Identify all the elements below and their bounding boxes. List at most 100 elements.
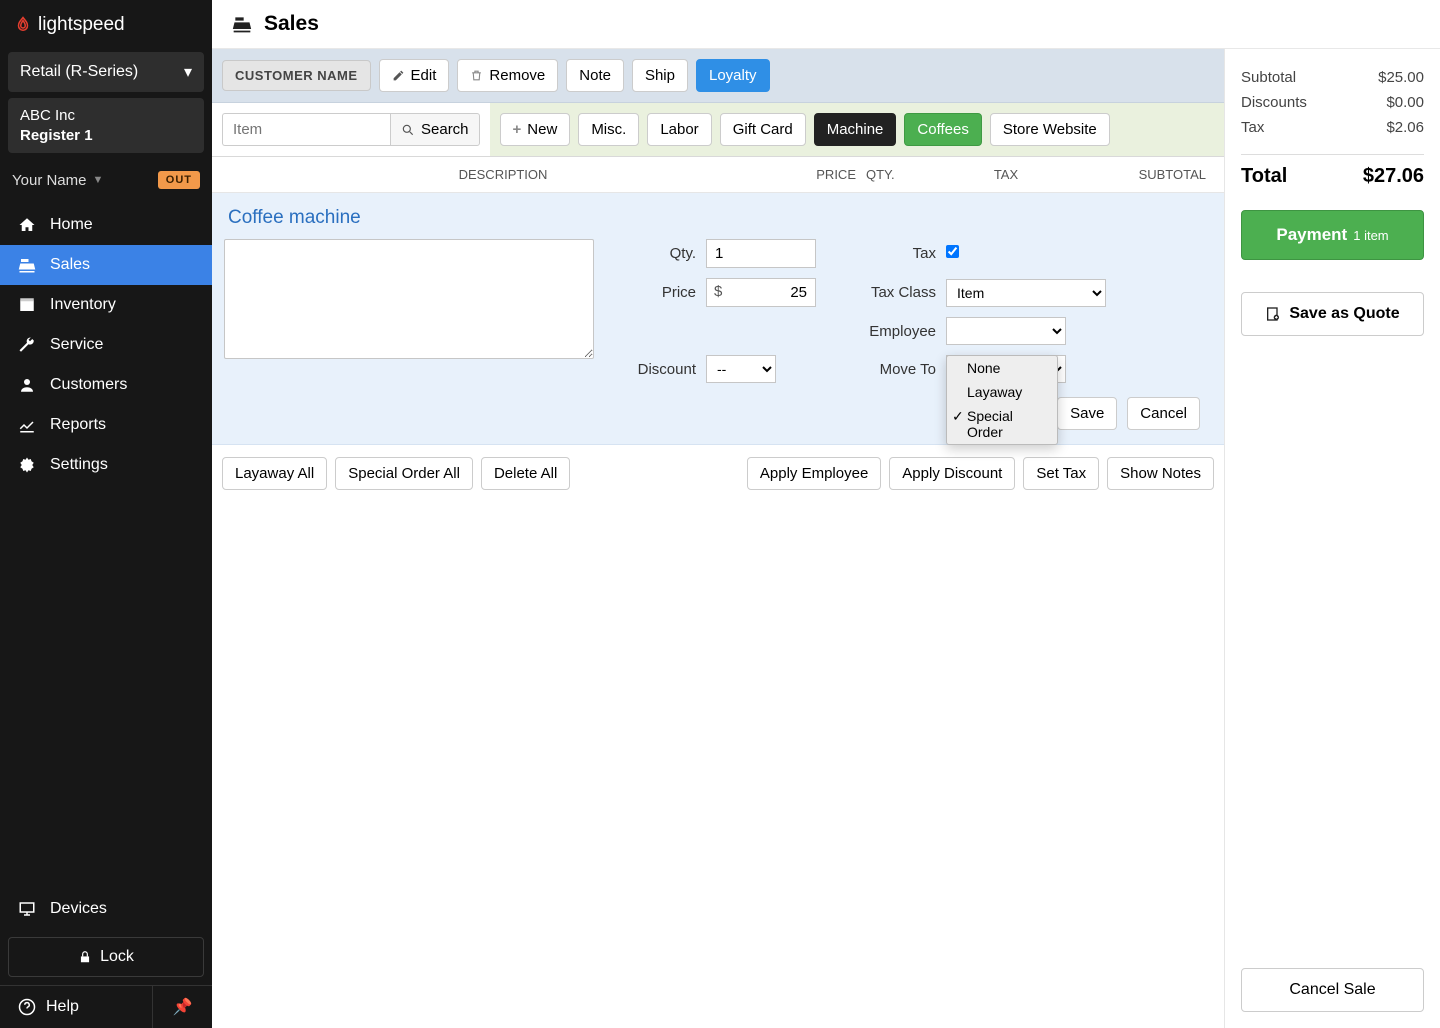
col-qty: QTY. [856,167,916,182]
new-label: New [527,121,557,138]
payment-label: Payment [1276,225,1347,244]
coffees-button[interactable]: Coffees [904,113,981,146]
moveto-option-special[interactable]: Special Order [947,404,1057,444]
nav-home-label: Home [50,216,93,234]
moveto-option-none[interactable]: None [947,356,1057,380]
nav-service[interactable]: Service [0,325,212,365]
nav-customers[interactable]: Customers [0,365,212,405]
tax-total-value: $2.06 [1386,119,1424,136]
cancel-sale-button[interactable]: Cancel Sale [1241,968,1424,1012]
payment-button[interactable]: Payment 1 item [1241,210,1424,260]
ship-button[interactable]: Ship [632,59,688,92]
line-notes-input[interactable] [224,239,594,359]
apply-discount-button[interactable]: Apply Discount [889,457,1015,490]
search-icon [401,123,415,137]
loyalty-button[interactable]: Loyalty [696,59,770,92]
chevron-down-icon: ▾ [184,62,192,82]
lock-icon [78,950,92,964]
nav-inventory[interactable]: Inventory [0,285,212,325]
nav-home[interactable]: Home [0,205,212,245]
plus-icon: + [513,121,522,138]
pencil-icon [392,69,405,82]
user-row[interactable]: Your Name ▼ OUT [0,159,212,201]
total-label: Total [1241,165,1287,188]
nav-devices-label: Devices [50,900,107,918]
user-name: Your Name [12,172,87,189]
pin-icon: 📌 [173,997,193,1017]
set-tax-button[interactable]: Set Tax [1023,457,1099,490]
giftcard-button[interactable]: Gift Card [720,113,806,146]
nav-devices[interactable]: Devices [0,889,212,929]
brand-text: lightspeed [38,14,125,36]
show-notes-button[interactable]: Show Notes [1107,457,1214,490]
edit-button[interactable]: Edit [379,59,450,92]
sidebar: lightspeed Retail (R-Series) ▾ ABC Inc R… [0,0,212,1028]
labor-button[interactable]: Labor [647,113,711,146]
sale-toolbar: CUSTOMER NAME Edit Remove Note Ship Loya… [212,49,1224,103]
clock-status-badge[interactable]: OUT [158,171,200,189]
save-as-quote-button[interactable]: Save as Quote [1241,292,1424,336]
monitor-icon [18,900,36,918]
taxclass-select[interactable]: Item [946,279,1106,307]
tax-total-label: Tax [1241,119,1264,136]
new-button[interactable]: + New [500,113,571,146]
machine-button[interactable]: Machine [814,113,897,146]
store-website-button[interactable]: Store Website [990,113,1110,146]
edit-label: Edit [411,67,437,84]
moveto-label: Move To [826,361,936,378]
item-toolbar: Search + New Misc. Labor Gift Card Machi… [212,103,1224,157]
moveto-option-layaway[interactable]: Layaway [947,380,1057,404]
company-name: ABC Inc [20,106,192,126]
main-area: Sales CUSTOMER NAME Edit Remove Note Shi… [212,0,1440,1028]
company-register-box[interactable]: ABC Inc Register 1 [8,98,204,153]
line-item-title[interactable]: Coffee machine [224,207,1212,229]
page-header: Sales [212,0,1440,49]
col-tax: TAX [916,167,1096,182]
trash-icon [470,69,483,82]
line-columns: DESCRIPTION PRICE QTY. TAX SUBTOTAL [212,157,1224,193]
employee-select[interactable] [946,317,1066,345]
register-icon [18,256,36,274]
nav-settings-label: Settings [50,456,108,474]
note-button[interactable]: Note [566,59,624,92]
layaway-all-button[interactable]: Layaway All [222,457,327,490]
pin-button[interactable]: 📌 [152,986,212,1028]
remove-button[interactable]: Remove [457,59,558,92]
nav-reports[interactable]: Reports [0,405,212,445]
nav-service-label: Service [50,336,103,354]
save-as-quote-label: Save as Quote [1289,305,1399,323]
qty-input[interactable] [706,239,816,268]
moveto-dropdown: None Layaway Special Order [946,355,1058,445]
line-save-button[interactable]: Save [1057,397,1117,430]
lock-button[interactable]: Lock [8,937,204,977]
payment-count: 1 item [1353,228,1388,243]
tax-label: Tax [826,245,936,262]
misc-button[interactable]: Misc. [578,113,639,146]
register-name: Register 1 [20,126,192,146]
taxclass-label: Tax Class [826,284,936,301]
apply-employee-button[interactable]: Apply Employee [747,457,881,490]
tax-checkbox[interactable] [946,245,959,258]
discounts-label: Discounts [1241,94,1307,111]
nav-sales[interactable]: Sales [0,245,212,285]
customer-name-button[interactable]: CUSTOMER NAME [222,60,371,91]
special-order-all-button[interactable]: Special Order All [335,457,473,490]
register-icon [232,14,252,34]
product-selector-label: Retail (R-Series) [20,63,138,81]
help-button[interactable]: Help [0,986,152,1028]
nav-sales-label: Sales [50,256,90,274]
subtotal-value: $25.00 [1378,69,1424,86]
line-cancel-button[interactable]: Cancel [1127,397,1200,430]
delete-all-button[interactable]: Delete All [481,457,570,490]
nav-inventory-label: Inventory [50,296,116,314]
nav-settings[interactable]: Settings [0,445,212,485]
discount-select[interactable]: -- [706,355,776,383]
subtotal-label: Subtotal [1241,69,1296,86]
product-selector[interactable]: Retail (R-Series) ▾ [8,52,204,92]
nav-customers-label: Customers [50,376,127,394]
help-label: Help [46,998,79,1016]
price-input[interactable] [706,278,816,307]
search-button[interactable]: Search [390,113,480,146]
wrench-icon [18,336,36,354]
item-search-input[interactable] [222,113,390,146]
